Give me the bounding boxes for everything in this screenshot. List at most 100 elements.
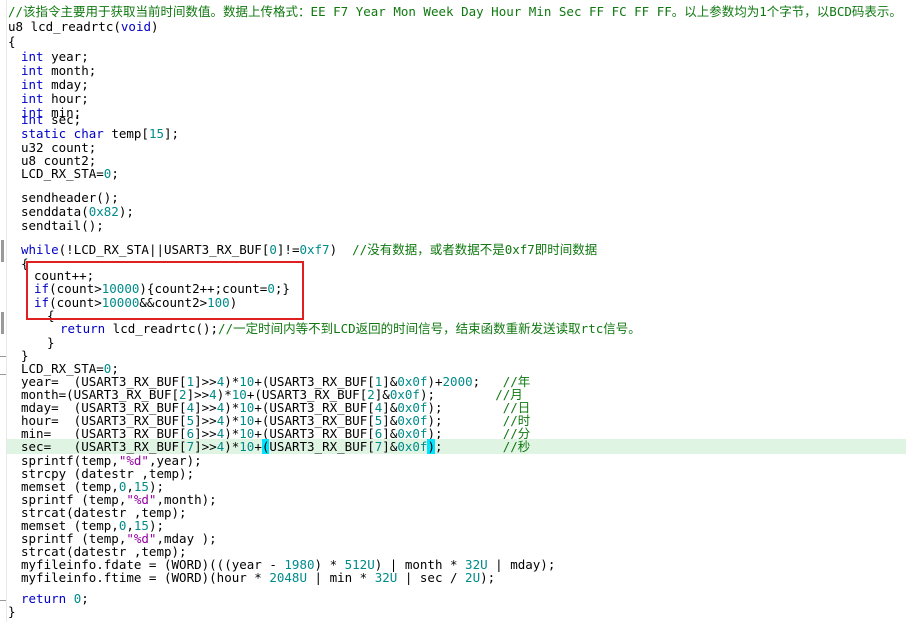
token-plain: ); — [480, 570, 496, 585]
token-num: 2U — [465, 570, 481, 585]
token-kw: int — [21, 77, 44, 92]
code-line-content: //该指令主要用于获取当前时间数值。数据上传格式：EE F7 Year Mon … — [0, 4, 902, 19]
code-line[interactable]: static char temp[15]; — [0, 126, 906, 141]
token-plain: month; — [43, 63, 97, 78]
fold-tick-icon[interactable] — [0, 374, 6, 375]
token-kw: int — [21, 112, 44, 127]
token-plain: ) — [329, 242, 353, 257]
token-num: 2048U — [269, 570, 307, 585]
token-plain: sendheader(); — [21, 190, 119, 205]
code-line[interactable]: sendheader(); — [0, 190, 906, 205]
token-plain: | min * — [307, 570, 375, 585]
token-plain: LCD_RX_STA= — [21, 166, 104, 181]
token-plain: ]!= — [276, 242, 300, 257]
fold-gutter[interactable] — [0, 0, 7, 622]
code-line[interactable]: sendtail(); — [0, 218, 906, 233]
clipped-bottom-comment: /*--------------------设置文本控件闪烁----------… — [0, 610, 906, 622]
token-kw: static char — [21, 126, 104, 141]
fold-range-icon[interactable] — [1, 312, 4, 334]
token-plain: ); — [118, 204, 134, 219]
code-line-content: if(count>10000){count2++;count=0;} — [0, 281, 290, 296]
token-plain: )* — [224, 439, 240, 454]
token-plain: year; — [43, 49, 89, 64]
code-line[interactable]: //该指令主要用于获取当前时间数值。数据上传格式：EE F7 Year Mon … — [0, 4, 906, 19]
code-line-content: int sec; — [0, 112, 81, 127]
code-line[interactable]: { — [0, 34, 906, 49]
code-line[interactable]: u8 lcd_readrtc(void) — [0, 19, 906, 34]
token-kw: while — [21, 242, 59, 257]
token-plain: (count> — [49, 281, 102, 296]
token-plain: ) — [151, 19, 159, 34]
code-line[interactable]: senddata(0x82); — [0, 204, 906, 219]
token-plain: | sec / — [397, 570, 466, 585]
token-num: 7 — [186, 439, 195, 454]
code-line[interactable]: int sec; — [0, 112, 906, 127]
token-brkt: ) — [427, 439, 435, 454]
token-cmt: //一定时间内等不到LCD返回的时间信号，结束函数重新发送读取rtc信号。 — [218, 321, 641, 336]
token-num: 10 — [239, 439, 255, 454]
token-num: 0x82 — [88, 204, 119, 219]
token-num: 10000 — [101, 281, 140, 296]
code-line[interactable]: while(!LCD_RX_STA||USART3_RX_BUF[0]!=0xf… — [0, 242, 906, 257]
code-line-content: while(!LCD_RX_STA||USART3_RX_BUF[0]!=0xf… — [0, 242, 597, 257]
token-plain: ; — [111, 166, 119, 181]
fold-tick-icon[interactable] — [0, 356, 6, 357]
code-line[interactable]: LCD_RX_STA=0; — [0, 166, 906, 181]
fold-range-icon[interactable] — [1, 240, 4, 262]
token-plain: ]; — [164, 126, 180, 141]
code-line-content: myfileinfo.ftime = (WORD)(hour * 2048U |… — [0, 570, 495, 585]
code-line[interactable]: int year; — [0, 49, 906, 64]
token-cmt: //该指令主要用于获取当前时间数值。数据上传格式：EE F7 Year Mon … — [8, 4, 902, 19]
code-line[interactable]: int mday; — [0, 77, 906, 92]
token-plain: USART3_RX_BUF[ — [269, 439, 375, 454]
token-plain: temp[ — [103, 126, 149, 141]
token-kw: if — [34, 281, 50, 296]
token-plain: ){count2++;count= — [139, 281, 268, 296]
token-plain: u8 lcd_readrtc( — [8, 19, 121, 34]
token-plain: ]>> — [194, 439, 217, 454]
code-line[interactable]: if(count>10000){count2++;count=0;} — [0, 281, 906, 296]
code-line-content: static char temp[15]; — [0, 126, 179, 141]
code-line-content: sendheader(); — [0, 190, 119, 205]
code-line[interactable]: int hour; — [0, 91, 906, 106]
token-plain: (!LCD_RX_STA||USART3_RX_BUF[ — [58, 242, 270, 257]
token-kw: return — [60, 321, 106, 336]
token-kw: int — [21, 49, 44, 64]
code-line[interactable]: myfileinfo.ftime = (WORD)(hour * 2048U |… — [0, 570, 906, 585]
code-line-content: u8 lcd_readrtc(void) — [0, 19, 159, 34]
code-line[interactable]: int month; — [0, 63, 906, 78]
code-line-content: int month; — [0, 63, 96, 78]
token-plain: myfileinfo.ftime = (WORD)(hour * — [21, 570, 270, 585]
token-plain: hour; — [43, 91, 89, 106]
fold-tick-icon[interactable] — [0, 600, 6, 601]
token-plain: senddata( — [21, 204, 89, 219]
token-plain: mday; — [43, 77, 89, 92]
token-cmt: //没有数据，或者数据不是0xf7即时间数据 — [352, 242, 598, 257]
code-editor[interactable]: //参数均为一个 //该指令主要用于获取当前时间数值。数据上传格式：EE F7 … — [0, 0, 906, 622]
token-plain: lcd_readrtc(); — [105, 321, 219, 336]
token-kw: int — [21, 63, 44, 78]
token-plain: sec= (USART3_RX_BUF[ — [21, 439, 187, 454]
code-line-content: int hour; — [0, 91, 89, 106]
token-plain: ; — [435, 439, 503, 454]
token-plain: sec; — [43, 112, 82, 127]
code-line-content: LCD_RX_STA=0; — [0, 166, 119, 181]
token-num: 0 — [269, 242, 277, 257]
code-line-content: sec= (USART3_RX_BUF[7]>>4)*10+(USART3_RX… — [0, 439, 530, 454]
code-lines-container[interactable]: //该指令主要用于获取当前时间数值。数据上传格式：EE F7 Year Mon … — [0, 0, 906, 622]
token-num: 15 — [148, 126, 165, 141]
code-line-content: sendtail(); — [0, 218, 104, 233]
token-num: 0x0f — [397, 439, 428, 454]
code-line[interactable]: sec= (USART3_RX_BUF[7]>>4)*10+(USART3_RX… — [0, 439, 906, 454]
token-kw: void — [120, 19, 151, 34]
token-plain: { — [8, 34, 16, 49]
token-kw: int — [21, 91, 44, 106]
token-cmt: //秒 — [502, 439, 531, 454]
code-line-content: int year; — [0, 49, 89, 64]
token-plain: + — [254, 439, 262, 454]
token-num: 0 — [267, 281, 275, 296]
code-line-content: int mday; — [0, 77, 89, 92]
token-num: 0xf7 — [299, 242, 330, 257]
code-line[interactable]: return lcd_readrtc();//一定时间内等不到LCD返回的时间信… — [0, 321, 906, 336]
code-line-content: senddata(0x82); — [0, 204, 134, 219]
